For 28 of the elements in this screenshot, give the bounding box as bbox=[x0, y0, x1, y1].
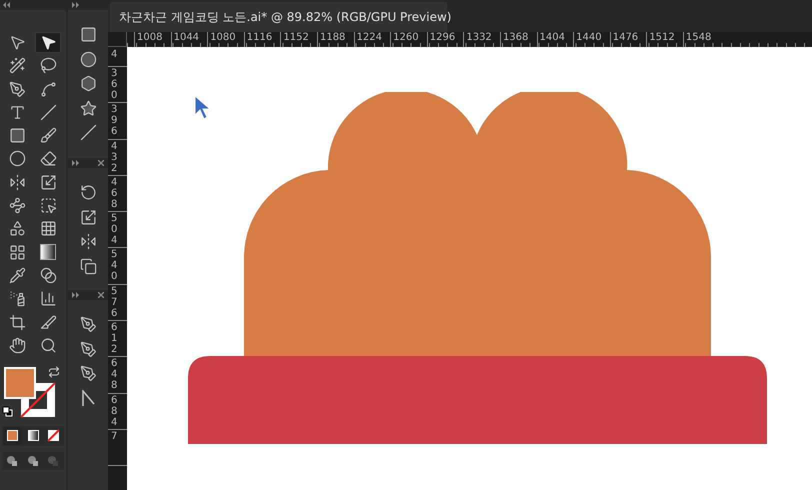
ruler-label: 1332 bbox=[466, 32, 493, 44]
ruler-label: 4 bbox=[111, 49, 118, 60]
ruler-label: 1368 bbox=[502, 32, 530, 44]
ruler-label: 612 bbox=[111, 322, 118, 356]
ruler-label: 1440 bbox=[576, 32, 603, 44]
ruler-label: 648 bbox=[111, 358, 118, 392]
ruler-label: 1260 bbox=[393, 32, 420, 44]
ruler-label: 396 bbox=[111, 104, 118, 138]
ruler-label: 432 bbox=[111, 140, 118, 174]
ruler-label: 1512 bbox=[649, 32, 676, 44]
ruler-label: 1548 bbox=[686, 32, 712, 44]
ruler-label: 1008 bbox=[137, 32, 164, 44]
ruler-label: 1116 bbox=[246, 32, 274, 44]
ruler-label: 468 bbox=[111, 176, 118, 210]
ruler-label: 1080 bbox=[210, 32, 237, 44]
ruler-label: 1224 bbox=[356, 32, 384, 44]
ruler-label: 1476 bbox=[612, 32, 640, 44]
ruler-label: 1188 bbox=[320, 32, 346, 44]
ruler-label: 540 bbox=[111, 249, 118, 282]
ruler-label: 504 bbox=[111, 213, 118, 246]
ruler-label: 1044 bbox=[174, 32, 200, 44]
ruler-label: 684 bbox=[111, 394, 118, 428]
ruler-label: 360 bbox=[111, 68, 118, 101]
ruler-label: 1404 bbox=[540, 32, 566, 44]
ruler-label: 1152 bbox=[283, 32, 310, 44]
ruler-label: 576 bbox=[111, 286, 118, 319]
ruler-label: 7 bbox=[111, 430, 118, 442]
ruler-label: 1296 bbox=[430, 32, 456, 44]
